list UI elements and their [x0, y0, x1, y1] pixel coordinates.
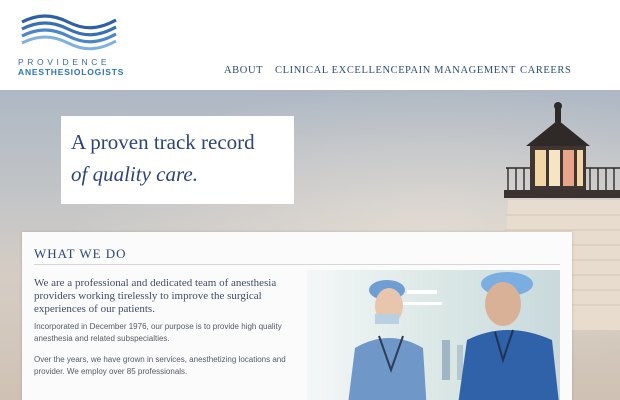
main-nav: ABOUT CLINICAL EXCELLENCE PAIN MANAGEMEN… — [0, 65, 620, 79]
medical-staff-photo — [307, 270, 560, 400]
nav-item-clinical-excellence[interactable]: CLINICAL EXCELLENCE — [275, 65, 405, 76]
nav-item-careers[interactable]: CAREERS — [520, 65, 571, 76]
nav-item-about[interactable]: ABOUT — [224, 65, 263, 76]
site-header: PROVIDENCE ANESTHESIOLOGISTS ABOUT CLINI… — [0, 0, 620, 90]
section-paragraph-2: Over the years, we have grown in service… — [34, 355, 286, 376]
hero-banner: A proven track record of quality care. W… — [0, 90, 620, 400]
divider — [34, 264, 560, 265]
tagline-line2: of quality care. — [71, 162, 198, 186]
tagline-box: A proven track record of quality care. — [61, 116, 294, 204]
section-paragraph-1: Incorporated in December 1976, our purpo… — [34, 322, 282, 343]
tagline-line1: A proven track record — [71, 130, 255, 154]
section-title: WHAT WE DO — [34, 246, 127, 261]
section-lead: We are a professional and dedicated team… — [34, 277, 277, 315]
what-we-do-panel: WHAT WE DO We are a professional and ded… — [22, 232, 572, 400]
waves-logo-icon — [21, 14, 117, 51]
nav-item-pain-management[interactable]: PAIN MANAGEMENT — [405, 65, 516, 76]
